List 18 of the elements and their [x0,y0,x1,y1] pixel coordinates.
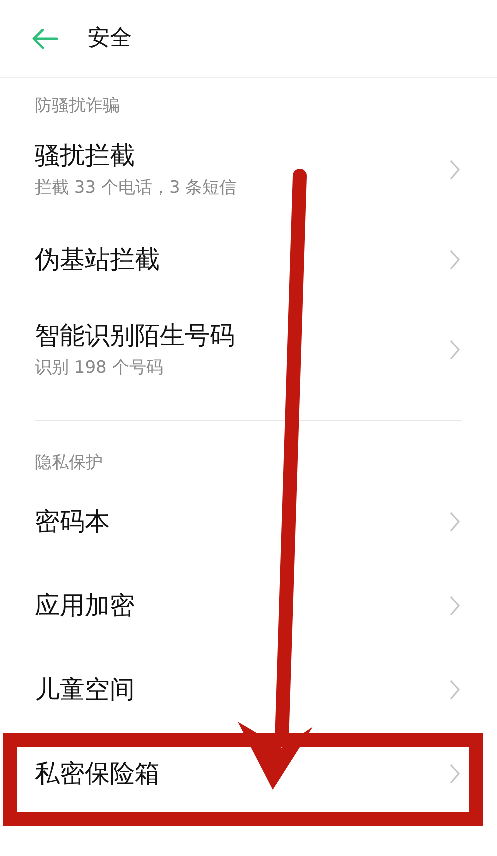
chevron-right-icon [450,764,460,784]
settings-item[interactable]: 私密保险箱 [35,758,160,790]
settings-item[interactable]: 伪基站拦截 [35,244,160,276]
settings-item[interactable]: 应用加密 [35,590,135,622]
settings-item[interactable]: 密码本 [35,506,110,538]
section-header: 防骚扰诈骗 [35,96,120,116]
page-title: 安全 [88,25,132,53]
chevron-right-icon [450,250,460,270]
back-arrow-icon[interactable] [32,28,58,48]
settings-item[interactable]: 儿童空间 [35,674,135,706]
chevron-right-icon [450,160,460,180]
chevron-right-icon [450,512,460,532]
settings-item[interactable]: 骚扰拦截 拦截 33 个电话，3 条短信 [35,140,237,200]
chevron-right-icon [450,340,460,360]
section-header: 隐私保护 [35,452,103,472]
chevron-right-icon [450,680,460,700]
chevron-right-icon [450,596,460,616]
settings-item[interactable]: 智能识别陌生号码 识别 198 个号码 [35,320,235,380]
